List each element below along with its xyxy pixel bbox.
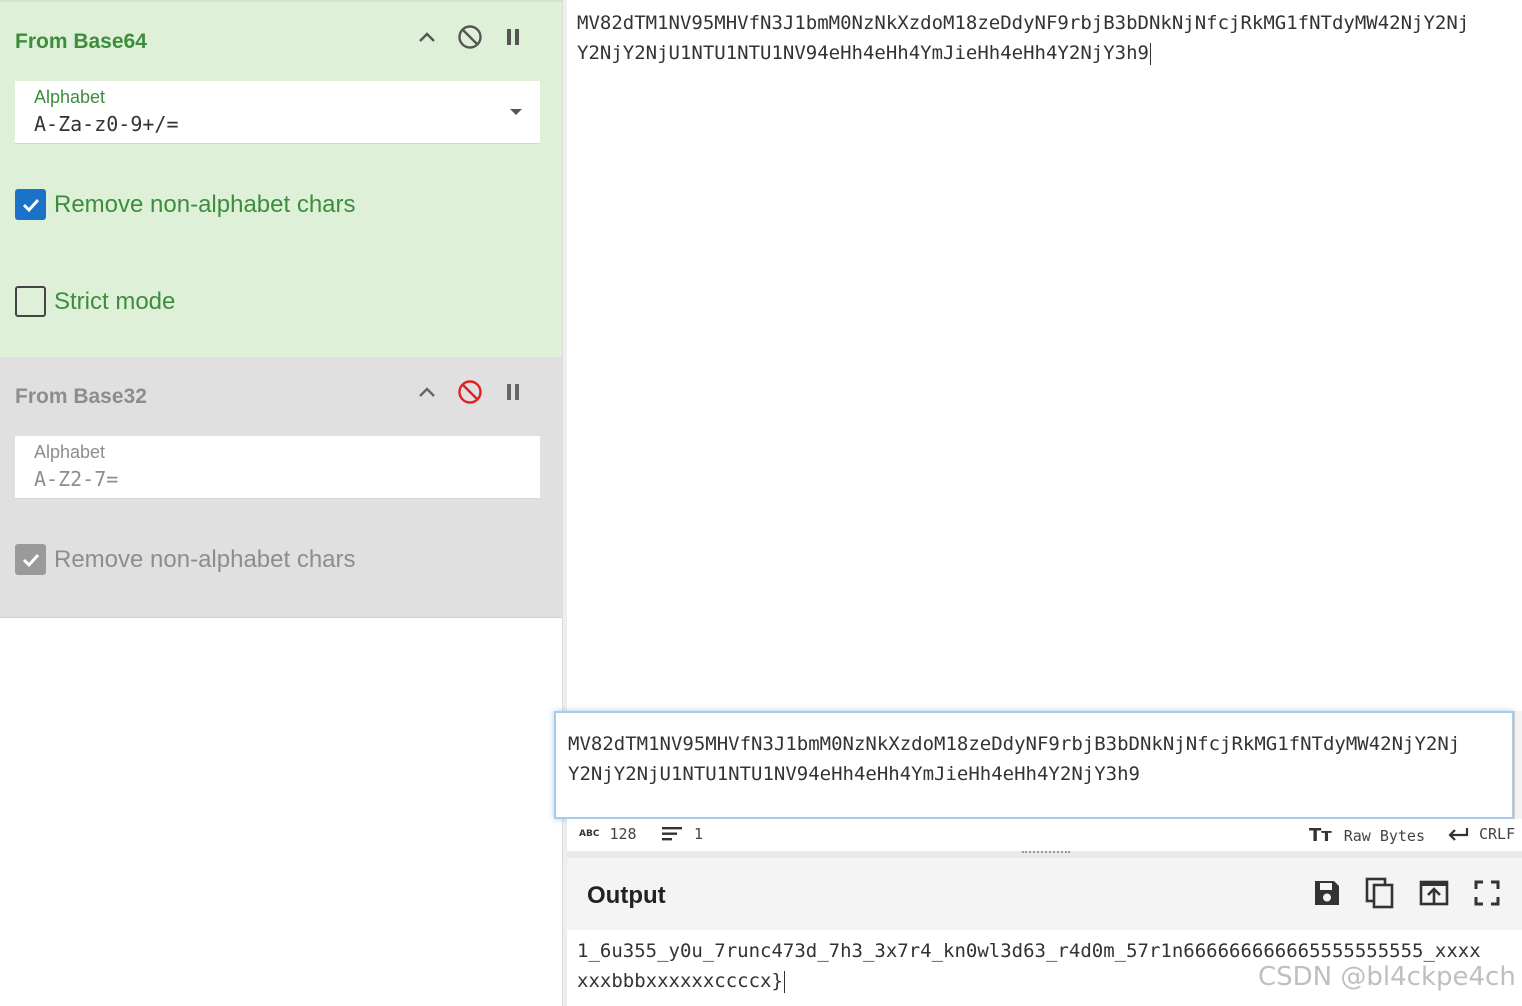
input-line: Y2NjY2NjU1NTU1NTU1NV94eHh4eHh4YmJieHh4eH…	[577, 42, 1149, 64]
eol-value: CRLF	[1479, 825, 1516, 843]
return-arrow-icon	[1448, 828, 1469, 841]
alphabet-label: Alphabet	[34, 87, 106, 107]
input-text: MV82dTM1NV95MHVfN3J1bmM0NzNkXzdoM18zeDdy…	[577, 8, 1469, 68]
strict-mode-checkbox[interactable]: Strict mode	[15, 286, 175, 317]
operation-title: From Base32	[15, 385, 147, 408]
alphabet-value: A-Z2-7=	[34, 467, 119, 491]
checkbox-label: Strict mode	[54, 287, 176, 315]
echo-text: MV82dTM1NV95MHVfN3J1bmM0NzNkXzdoM18zeDdy…	[568, 729, 1460, 789]
length-indicator: ABC 128	[579, 825, 637, 843]
input-status-bar: ABC 128 1 Tт Raw Bytes CRLF	[567, 819, 1522, 851]
input-line: MV82dTM1NV95MHVfN3J1bmM0NzNkXzdoM18zeDdy…	[577, 12, 1470, 34]
charset-value: Raw Bytes	[1343, 826, 1425, 845]
disable-icon[interactable]	[457, 24, 483, 50]
text-caret	[1149, 42, 1151, 65]
echo-line: MV82dTM1NV95MHVfN3J1bmM0NzNkXzdoM18zeDdy…	[568, 733, 1461, 755]
input-textarea[interactable]: MV82dTM1NV95MHVfN3J1bmM0NzNkXzdoM18zeDdy…	[567, 0, 1522, 712]
operation-from-base32: From Base32 Alphabet A-Z2-7= Remove non-…	[0, 357, 562, 618]
text-caret	[783, 970, 785, 993]
length-value: 128	[609, 825, 637, 843]
copy-icon[interactable]	[1362, 875, 1398, 911]
checkbox-checked-icon[interactable]	[15, 544, 46, 575]
alphabet-label: Alphabet	[34, 442, 106, 462]
chevron-up-icon[interactable]	[414, 24, 440, 50]
disable-icon[interactable]	[457, 379, 483, 405]
watermark: CSDN @bl4ckpe4ch	[1258, 962, 1516, 992]
operation-controls	[397, 24, 526, 50]
output-line: 1_6u355_y0u_7runc473d_7h3_3x7r4_kn0wl3d6…	[577, 940, 1481, 962]
checkbox-unchecked-icon[interactable]	[15, 286, 46, 317]
operation-from-base64: From Base64 Alphabet A-Za-z0-9+/= Remove…	[0, 0, 562, 357]
resize-grip[interactable]	[1022, 851, 1070, 854]
abc-icon: ABC	[579, 829, 600, 839]
recipe-panel: From Base64 Alphabet A-Za-z0-9+/= Remove…	[0, 0, 562, 1006]
checkbox-checked-icon[interactable]	[15, 189, 46, 220]
output-title: Output	[587, 882, 666, 909]
checkbox-label: Remove non-alphabet chars	[54, 190, 356, 218]
lines-indicator: 1	[662, 825, 703, 843]
operation-title: From Base64	[15, 30, 147, 53]
io-divider[interactable]	[567, 851, 1522, 858]
pause-icon[interactable]	[500, 379, 526, 405]
eol-selector[interactable]: CRLF	[1447, 825, 1515, 843]
output-header: Output	[567, 858, 1522, 930]
text-size-icon: Tт	[1309, 825, 1332, 846]
checkbox-label: Remove non-alphabet chars	[54, 545, 356, 573]
chevron-up-icon[interactable]	[414, 379, 440, 405]
dropdown-caret-icon[interactable]	[510, 109, 522, 115]
output-line: xxxbbbxxxxxxccccx}	[577, 970, 783, 992]
remove-nonalphabet-checkbox[interactable]: Remove non-alphabet chars	[15, 544, 356, 575]
charset-selector[interactable]: Tт Raw Bytes	[1309, 825, 1425, 846]
lines-value: 1	[694, 825, 704, 843]
save-icon[interactable]	[1309, 875, 1345, 911]
remove-nonalphabet-checkbox[interactable]: Remove non-alphabet chars	[15, 189, 356, 220]
input-echo-box[interactable]: MV82dTM1NV95MHVfN3J1bmM0NzNkXzdoM18zeDdy…	[554, 711, 1514, 819]
pause-icon[interactable]	[500, 24, 526, 50]
alphabet-input[interactable]: Alphabet A-Z2-7=	[15, 436, 540, 499]
replace-input-icon[interactable]	[1416, 875, 1452, 911]
lines-icon	[662, 827, 682, 841]
maximise-icon[interactable]	[1469, 875, 1505, 911]
scrollbar[interactable]	[1514, 711, 1522, 819]
operation-controls	[397, 379, 526, 405]
alphabet-value: A-Za-z0-9+/=	[34, 112, 179, 136]
echo-line: Y2NjY2NjU1NTU1NTU1NV94eHh4eHh4YmJieHh4eH…	[568, 763, 1140, 785]
alphabet-select[interactable]: Alphabet A-Za-z0-9+/=	[15, 81, 540, 144]
